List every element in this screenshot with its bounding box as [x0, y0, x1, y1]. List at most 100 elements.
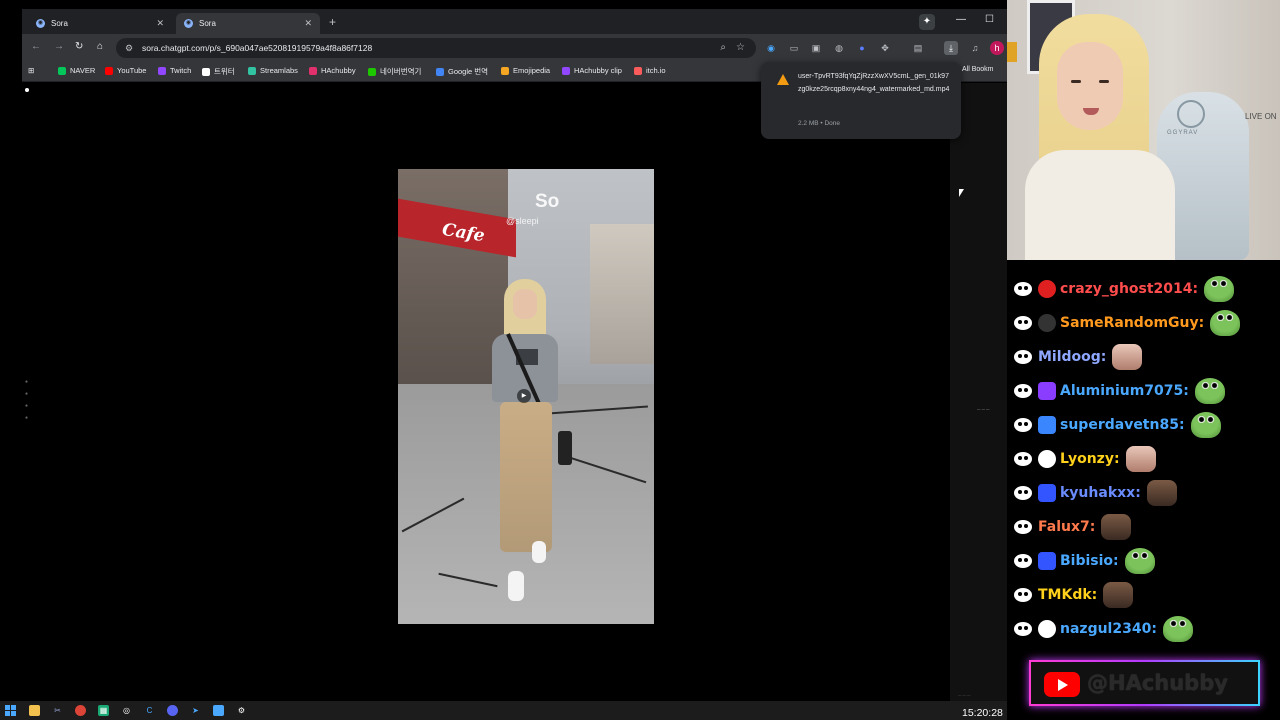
bookmark-google-translate[interactable]: Google 번역	[436, 66, 488, 77]
file-explorer-icon[interactable]	[29, 705, 40, 716]
chat-username: TMKdk:	[1038, 587, 1098, 603]
instagram-icon	[309, 66, 317, 75]
bookmark-label: Streamlabs	[260, 66, 298, 75]
mouse-cursor-icon	[959, 189, 964, 197]
panda-badge-icon	[1014, 316, 1032, 330]
minimize-icon[interactable]: —	[956, 14, 966, 25]
bookmark-label: Emojipedia	[513, 66, 551, 75]
bookmark-label: Twitch	[170, 66, 192, 75]
chat-message: nazgul2340:	[1007, 614, 1193, 644]
download-icon[interactable]: ⤓	[944, 41, 958, 55]
extension-cast-icon[interactable]: ▭	[787, 41, 801, 55]
extension-blue-icon[interactable]: ●	[855, 41, 869, 55]
chrome-icon[interactable]	[75, 705, 86, 716]
new-tab-button[interactable]: +	[329, 15, 336, 29]
extension-game-icon[interactable]: ◍	[832, 41, 846, 55]
snipping-icon[interactable]: ✂	[52, 705, 63, 716]
sidebar-nav[interactable]: ● ● ● ●	[25, 376, 28, 424]
sora-watermark: So	[535, 191, 560, 212]
panda-badge-icon	[1014, 350, 1032, 364]
chat-username: crazy_ghost2014:	[1060, 281, 1199, 297]
forward-icon[interactable]: →	[54, 41, 64, 52]
tab-title: Sora	[199, 19, 216, 28]
panda-badge-icon	[1014, 418, 1032, 432]
all-bookmarks[interactable]: All Bookm	[962, 66, 994, 73]
bookmark-youtube[interactable]: YouTube	[105, 66, 146, 75]
tab-title: Sora	[51, 19, 68, 28]
chat-username: Falux7:	[1038, 519, 1096, 535]
bookmark-label: 네이버번역기	[380, 67, 422, 76]
extensions-puzzle-icon[interactable]: ✥	[878, 41, 892, 55]
video-building-right	[590, 224, 654, 364]
steam-icon[interactable]: ⚙	[236, 705, 247, 716]
chair-brand: GGYRAV	[1167, 130, 1199, 136]
bookmark-star-icon[interactable]: ☆	[736, 38, 745, 58]
bookmark-hachubby[interactable]: HAchubby	[309, 66, 356, 75]
gemini-sparkle-icon[interactable]: ✦	[919, 14, 935, 30]
play-icon[interactable]: ▶	[517, 389, 531, 403]
panda-badge-icon	[1014, 452, 1032, 466]
back-icon[interactable]: ←	[31, 41, 41, 52]
extension-screenshot-icon[interactable]: ▣	[809, 41, 823, 55]
chat-overlay: crazy_ghost2014: SameRandomGuy: Mildoog:…	[1007, 260, 1280, 720]
user-badge-icon	[1038, 552, 1056, 570]
panda-badge-icon	[1014, 282, 1032, 296]
comment-input[interactable]: — — —	[958, 693, 970, 697]
streamer-eye	[1071, 80, 1081, 83]
tab-search-icon[interactable]: ▤	[911, 41, 925, 55]
home-icon[interactable]: ⌂	[97, 41, 103, 52]
bookmark-itchio[interactable]: itch.io	[634, 66, 666, 75]
close-tab-icon[interactable]: ✕	[304, 18, 312, 29]
bookmark-naver-translate[interactable]: 네이버번역기	[368, 66, 421, 77]
windows-start-icon[interactable]	[5, 705, 16, 716]
download-filename[interactable]: user-TpvRT93fqYqZjRzzXwXV5cmL_gen_01k97z…	[798, 71, 952, 96]
close-tab-icon[interactable]: ✕	[156, 18, 164, 29]
video-player[interactable]: Cafe So @sleepi ▶	[398, 169, 654, 624]
address-bar[interactable]: ⚙ sora.chatgpt.com/p/s_690a047ae52081919…	[116, 38, 756, 58]
windows-taskbar: ✂ ▦ ◎ C ➤ ⚙	[0, 701, 1007, 720]
streamer-face	[1057, 42, 1123, 130]
emojipedia-icon	[501, 66, 509, 75]
edge-icon[interactable]: C	[144, 705, 155, 716]
gift-badge-icon	[1038, 416, 1056, 434]
streamlabs-icon	[248, 66, 256, 75]
bookmark-emojipedia[interactable]: Emojipedia	[501, 66, 550, 75]
comments-placeholder: — — —	[977, 407, 990, 411]
apps-grid-icon[interactable]: ⊞	[28, 66, 34, 75]
url-text: sora.chatgpt.com/p/s_690a047ae5208191957…	[142, 43, 373, 53]
clip-icon	[562, 66, 570, 75]
telegram-icon[interactable]: ➤	[190, 705, 201, 716]
media-control-icon[interactable]: ♫	[968, 41, 982, 55]
site-info-icon[interactable]: ⚙	[125, 38, 133, 58]
chat-message: Aluminium7075:	[1007, 376, 1225, 406]
chat-username: kyuhakxx:	[1060, 485, 1141, 501]
user-badge-icon	[1038, 314, 1056, 332]
face-emote-icon	[1125, 446, 1156, 472]
profile-avatar-icon[interactable]: h	[990, 41, 1004, 55]
panda-badge-icon	[1014, 486, 1032, 500]
reload-icon[interactable]: ↻	[75, 41, 83, 52]
browser-toolbar: ← → ↻ ⌂ ⚙ sora.chatgpt.com/p/s_690a047ae…	[22, 34, 1007, 62]
bookmark-twitch[interactable]: Twitch	[158, 66, 191, 75]
bookmark-twitter[interactable]: 트위터	[202, 66, 235, 77]
x-icon	[202, 67, 210, 76]
user-badge-icon	[1038, 280, 1056, 298]
sora-logo-icon[interactable]	[25, 88, 29, 92]
sheets-icon[interactable]: ▦	[98, 705, 109, 716]
bookmark-naver[interactable]: NAVER	[58, 66, 95, 75]
tab-sora-2[interactable]: ◉ Sora ✕	[176, 13, 320, 34]
app-icon[interactable]	[213, 705, 224, 716]
obs-icon[interactable]: ◎	[121, 705, 132, 716]
bookmark-label: HAchubby	[321, 66, 356, 75]
discord-icon[interactable]	[167, 705, 178, 716]
extension-audio-icon[interactable]: ◉	[764, 41, 778, 55]
bookmark-streamlabs[interactable]: Streamlabs	[248, 66, 298, 75]
tab-sora-1[interactable]: ◉ Sora ✕	[28, 13, 172, 34]
video-shoe	[508, 571, 524, 601]
bookmark-hachubby-clip[interactable]: HAchubby clip	[562, 66, 622, 75]
download-bubble[interactable]: user-TpvRT93fqYqZjRzzXwXV5cmL_gen_01k97z…	[761, 62, 961, 139]
panda-badge-icon	[1014, 384, 1032, 398]
maximize-icon[interactable]: ☐	[985, 14, 994, 25]
zoom-icon[interactable]: ⌕	[720, 38, 726, 58]
user-badge-icon	[1038, 484, 1056, 502]
